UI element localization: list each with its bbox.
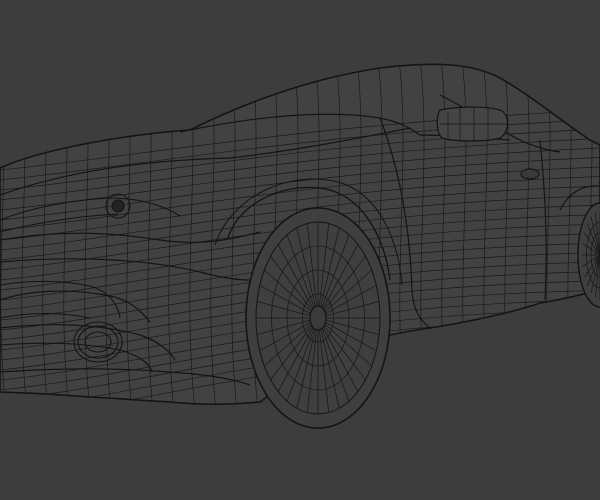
car-wireframe — [0, 63, 600, 429]
3d-viewport[interactable] — [0, 0, 600, 500]
